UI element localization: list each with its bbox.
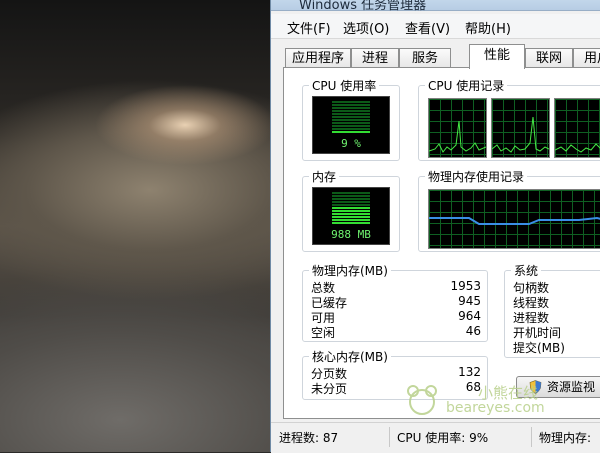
meter-segment — [332, 204, 370, 206]
cpu-core-2-line — [492, 116, 549, 153]
meter-segment — [332, 210, 370, 212]
menu-options[interactable]: 选项(O) — [341, 18, 391, 37]
cpu-core-1-line — [429, 120, 486, 153]
tab-strip: 应用程序 进程 服务 性能 联网 用户 — [283, 44, 600, 69]
cpu-history-title: CPU 使用记录 — [425, 77, 508, 94]
menu-bar: 文件(F) 选项(O) 查看(V) 帮助(H) — [271, 14, 600, 39]
bear-logo-icon — [407, 385, 437, 415]
watermark: 小熊在线 beareyes.com — [404, 382, 554, 418]
cpu-core-3-line — [555, 143, 600, 153]
physical-memory-value: 1953 — [450, 279, 481, 293]
physical-memory-row-total: 总数 1953 — [311, 279, 481, 295]
physical-memory-row-available: 可用 964 — [311, 309, 481, 325]
system-row-handles: 句柄数 — [513, 279, 600, 295]
meter-segment — [332, 219, 370, 221]
system-label: 开机时间 — [513, 326, 562, 340]
status-separator — [531, 427, 532, 447]
kernel-memory-label: 分页数 — [311, 367, 348, 381]
kernel-memory-row-paged: 分页数 132 — [311, 365, 481, 381]
physical-memory-label: 空闲 — [311, 326, 336, 340]
meter-segment — [332, 107, 370, 109]
memory-meter: 988 MB — [312, 187, 390, 245]
meter-segment — [332, 131, 370, 133]
meter-segment — [332, 198, 370, 200]
meter-segment — [332, 192, 370, 194]
menu-help[interactable]: 帮助(H) — [463, 18, 513, 37]
tab-applications[interactable]: 应用程序 — [285, 48, 351, 68]
meter-segment — [332, 110, 370, 112]
meter-segment — [332, 195, 370, 197]
memory-title: 内存 — [309, 168, 340, 185]
meter-segment — [332, 122, 370, 124]
cpu-core-1-graph — [428, 98, 487, 158]
status-cpu: CPU 使用率: 9% — [397, 431, 489, 445]
system-title: 系统 — [511, 262, 542, 279]
physical-memory-value: 964 — [458, 309, 481, 323]
kernel-memory-value: 132 — [458, 365, 481, 379]
watermark-url: beareyes.com — [446, 400, 545, 416]
cpu-history-group: CPU 使用记录 — [418, 77, 600, 161]
meter-segment — [332, 125, 370, 127]
meter-segment — [332, 116, 370, 118]
meter-segment — [332, 113, 370, 115]
physical-memory-label: 总数 — [311, 281, 336, 295]
memory-group: 内存 988 MB — [302, 168, 400, 252]
status-separator — [389, 427, 390, 447]
meter-segment — [332, 207, 370, 209]
memory-history-group: 物理内存使用记录 — [418, 168, 600, 252]
tab-users[interactable]: 用户 — [573, 48, 600, 68]
kernel-memory-title: 核心内存(MB) — [309, 348, 391, 365]
meter-segment — [332, 119, 370, 121]
menu-view[interactable]: 查看(V) — [403, 18, 452, 37]
window-title: Windows 任务管理器 — [299, 0, 427, 13]
status-memory: 物理内存: — [539, 431, 592, 445]
memory-history-graph — [428, 189, 600, 249]
physical-memory-group: 物理内存(MB) 总数 1953 已缓存 945 可用 964 空闲 46 — [302, 262, 488, 342]
performance-panel: CPU 使用率 9 % CPU 使用记录 内存 988 MB 物理内存使用记录 … — [283, 67, 600, 419]
status-processes: 进程数: 87 — [279, 431, 339, 445]
system-group: 系统 句柄数 线程数 进程数 开机时间 提交(MB) — [504, 262, 600, 358]
physical-memory-row-free: 空闲 46 — [311, 324, 481, 340]
kernel-memory-label: 未分页 — [311, 382, 348, 396]
physical-memory-value: 46 — [465, 324, 481, 338]
cpu-usage-value: 9 % — [341, 137, 361, 150]
system-label: 句柄数 — [513, 281, 550, 295]
resource-monitor-label: 资源监视 — [547, 380, 596, 394]
system-label: 提交(MB) — [513, 341, 565, 355]
physical-memory-label: 已缓存 — [311, 296, 348, 310]
meter-segment — [332, 128, 370, 130]
physical-memory-label: 可用 — [311, 311, 336, 325]
meter-segment — [332, 216, 370, 218]
system-row-uptime: 开机时间 — [513, 324, 600, 340]
cpu-core-3-graph — [554, 98, 600, 158]
meter-segment — [332, 101, 370, 103]
physical-memory-value: 945 — [458, 294, 481, 308]
system-row-processes: 进程数 — [513, 309, 600, 325]
physical-memory-row-cached: 已缓存 945 — [311, 294, 481, 310]
meter-segment — [332, 104, 370, 106]
system-label: 进程数 — [513, 311, 550, 325]
system-label: 线程数 — [513, 296, 550, 310]
meter-segment — [332, 213, 370, 215]
memory-history-title: 物理内存使用记录 — [425, 168, 528, 185]
tab-performance[interactable]: 性能 — [469, 44, 525, 69]
memory-value: 988 MB — [331, 228, 371, 241]
memory-bars — [332, 192, 370, 225]
cpu-core-2-graph — [491, 98, 550, 158]
system-row-threads: 线程数 — [513, 294, 600, 310]
tab-processes[interactable]: 进程 — [351, 48, 399, 68]
memory-history-line — [429, 216, 600, 225]
status-bar: 进程数: 87 CPU 使用率: 9% 物理内存: — [271, 422, 600, 453]
physical-memory-title: 物理内存(MB) — [309, 262, 391, 279]
tab-networking[interactable]: 联网 — [525, 48, 573, 68]
system-row-commit: 提交(MB) — [513, 339, 600, 355]
cpu-usage-group: CPU 使用率 9 % — [302, 77, 400, 161]
cpu-usage-bars — [332, 101, 370, 134]
cpu-usage-title: CPU 使用率 — [309, 77, 380, 94]
meter-segment — [332, 201, 370, 203]
cpu-usage-meter: 9 % — [312, 96, 390, 154]
meter-segment — [332, 222, 370, 224]
tab-services[interactable]: 服务 — [399, 48, 451, 68]
menu-file[interactable]: 文件(F) — [285, 18, 333, 37]
